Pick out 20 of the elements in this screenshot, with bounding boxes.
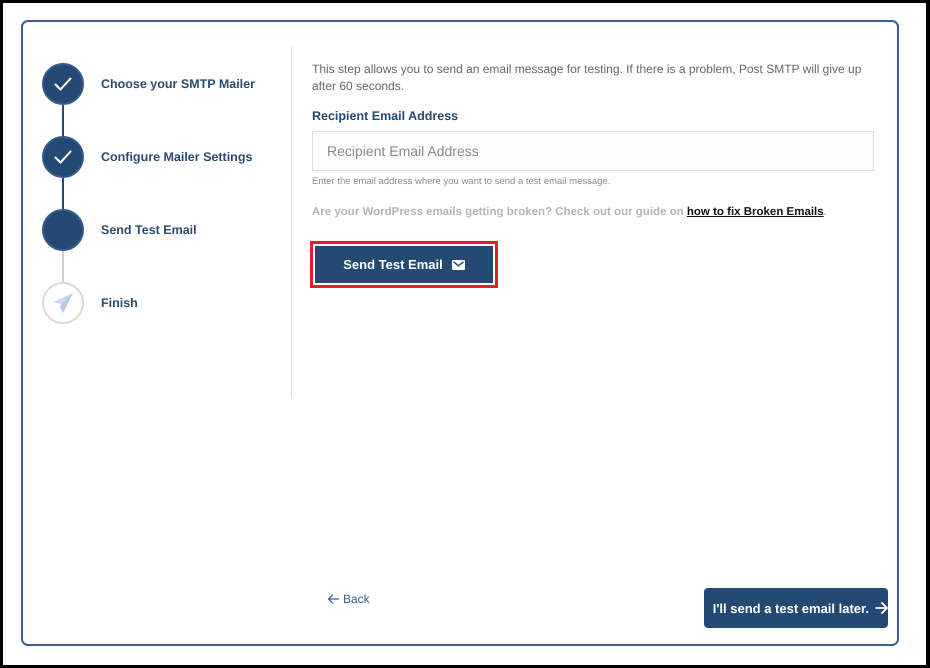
send-later-button[interactable]: I'll send a test email later. (704, 588, 888, 628)
back-link[interactable]: Back (327, 591, 370, 607)
step-label: Configure Mailer Settings (101, 150, 252, 164)
step-label: Send Test Email (101, 223, 197, 237)
step-label: Choose your SMTP Mailer (101, 77, 255, 91)
field-help-text: Enter the email address where you want to send a test email message. (312, 176, 610, 188)
step-description: This step allows you to send an email message for testing. If there is a problem, Post SMTP will give up after 60 seconds. (312, 61, 862, 95)
broken-emails-link[interactable]: how to fix Broken Emails (686, 206, 824, 218)
recipient-email-field[interactable]: Recipient Email Address (312, 131, 874, 171)
arrow-left-icon (327, 594, 339, 604)
step-indicator (42, 209, 84, 251)
paper-plane-icon (52, 292, 74, 314)
guide-text: Are your WordPress emails getting broken? Check out our guide on how to fix Broken Emails. (312, 205, 827, 220)
field-label: Recipient Email Address (312, 108, 458, 125)
send-test-email-button[interactable]: Send Test Email (315, 246, 493, 283)
arrow-right-icon (875, 602, 888, 614)
step-label: Finish (101, 296, 138, 310)
check-icon (54, 77, 72, 91)
envelope-icon (452, 260, 465, 270)
check-icon (54, 150, 72, 164)
